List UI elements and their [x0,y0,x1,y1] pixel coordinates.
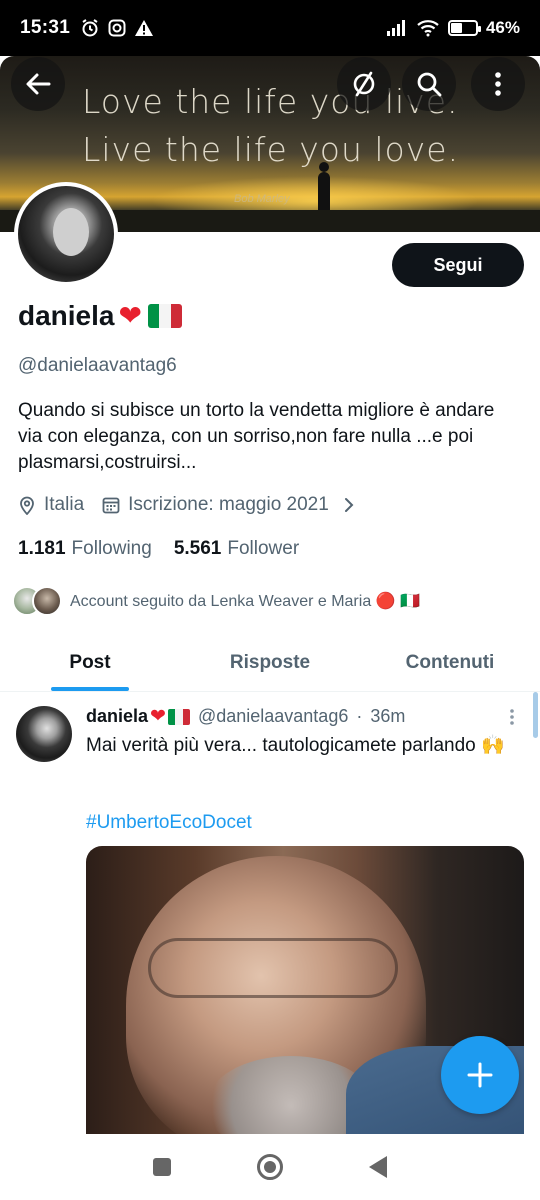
profile-handle: @danielaavantag6 [18,355,177,376]
chevron-right-icon [344,498,354,512]
italy-flag-icon [147,304,182,328]
active-tab-indicator [51,687,129,691]
followers-count: 5.561 [173,538,222,559]
follower-avatar [32,586,62,616]
profile-tabs: Post Risposte Contenuti [0,634,540,692]
profile-joined[interactable]: Iscrizione: maggio 2021 [102,494,355,516]
signal-icon [386,20,405,36]
post-author-name[interactable]: daniela [86,706,148,727]
tab-contenuti[interactable]: Contenuti [360,634,540,691]
post-author-handle: @danielaavantag6 [197,706,349,726]
system-navigation-bar [0,1134,540,1200]
status-notification-icons [80,18,154,38]
follow-button[interactable]: Segui [392,243,524,287]
tab-label: Contenuti [405,651,495,673]
scrollbar[interactable] [533,692,538,738]
profile-meta: Italia Iscrizione: maggio 2021 [18,494,373,516]
post-separator: · [356,706,363,726]
tab-label: Post [69,651,111,673]
post-header: daniela ❤ @danielaavantag6 · 36m [86,705,405,728]
display-name: daniela [18,300,115,331]
tab-post[interactable]: Post [0,634,180,691]
calendar-icon [102,497,120,514]
post-hashtag[interactable]: #UmbertoEcoDocet [86,812,252,834]
heart-emoji-icon: ❤ [118,300,142,331]
followed-by-row[interactable]: Account seguito da Lenka Weaver e Maria … [12,586,420,616]
alarm-icon [82,19,98,37]
battery-icon [447,20,481,36]
post-time: 36m [370,706,406,726]
battery-percent: 46% [485,18,520,37]
no-translate-icon [353,71,375,97]
joined-text: Iscrizione: maggio 2021 [128,494,329,515]
location-pin-icon [20,496,34,515]
home-icon[interactable] [257,1154,283,1180]
profile-location: Italia [18,494,84,516]
tab-label: Risposte [229,651,311,673]
back-icon[interactable] [369,1156,387,1178]
banner-author: Bob Marley [234,193,290,205]
italy-flag-icon [167,708,190,725]
search-button[interactable] [402,57,456,111]
more-vertical-icon [510,709,514,725]
banner-quote-line-2: Live the life you love. [82,130,460,169]
profile-name-row: daniela ❤ [18,300,182,332]
location-text: Italia [44,494,85,515]
avatar-face [53,208,89,256]
post-author-avatar[interactable] [16,706,72,762]
post-text: Mai verità più vera... tautologicamete p… [86,735,505,756]
compose-post-button[interactable] [441,1036,519,1114]
back-button[interactable] [11,57,65,111]
profile-bio: Quando si subisce un torto la vendetta m… [18,400,495,473]
instagram-icon [108,19,126,37]
search-icon [417,72,442,97]
warning-icon [135,20,154,36]
following-label: Following [71,538,152,559]
following-link[interactable]: 1.181 Following [18,538,152,560]
more-options-button[interactable] [471,57,525,111]
followers-link[interactable]: 5.561 Follower [174,538,299,560]
post-more-button[interactable] [504,708,520,728]
plus-icon [467,1062,493,1088]
wifi-icon [417,20,439,37]
profile-avatar[interactable] [14,182,118,286]
status-time: 15:31 [20,17,71,38]
followed-by-text: Account seguito da Lenka Weaver e Maria … [70,593,420,610]
followers-label: Follower [227,538,300,559]
status-right: 46% [386,18,520,38]
back-arrow-icon [26,73,51,95]
translate-button[interactable] [337,57,391,111]
following-count: 1.181 [18,538,66,559]
recent-apps-icon[interactable] [153,1158,171,1176]
tab-risposte[interactable]: Risposte [180,634,360,691]
follow-counts: 1.181 Following 5.561 Follower [18,538,299,560]
status-bar: 15:31 46% [0,0,540,56]
more-vertical-icon [495,72,501,96]
heart-emoji-icon: ❤ [150,706,166,727]
media-glasses [148,938,398,998]
